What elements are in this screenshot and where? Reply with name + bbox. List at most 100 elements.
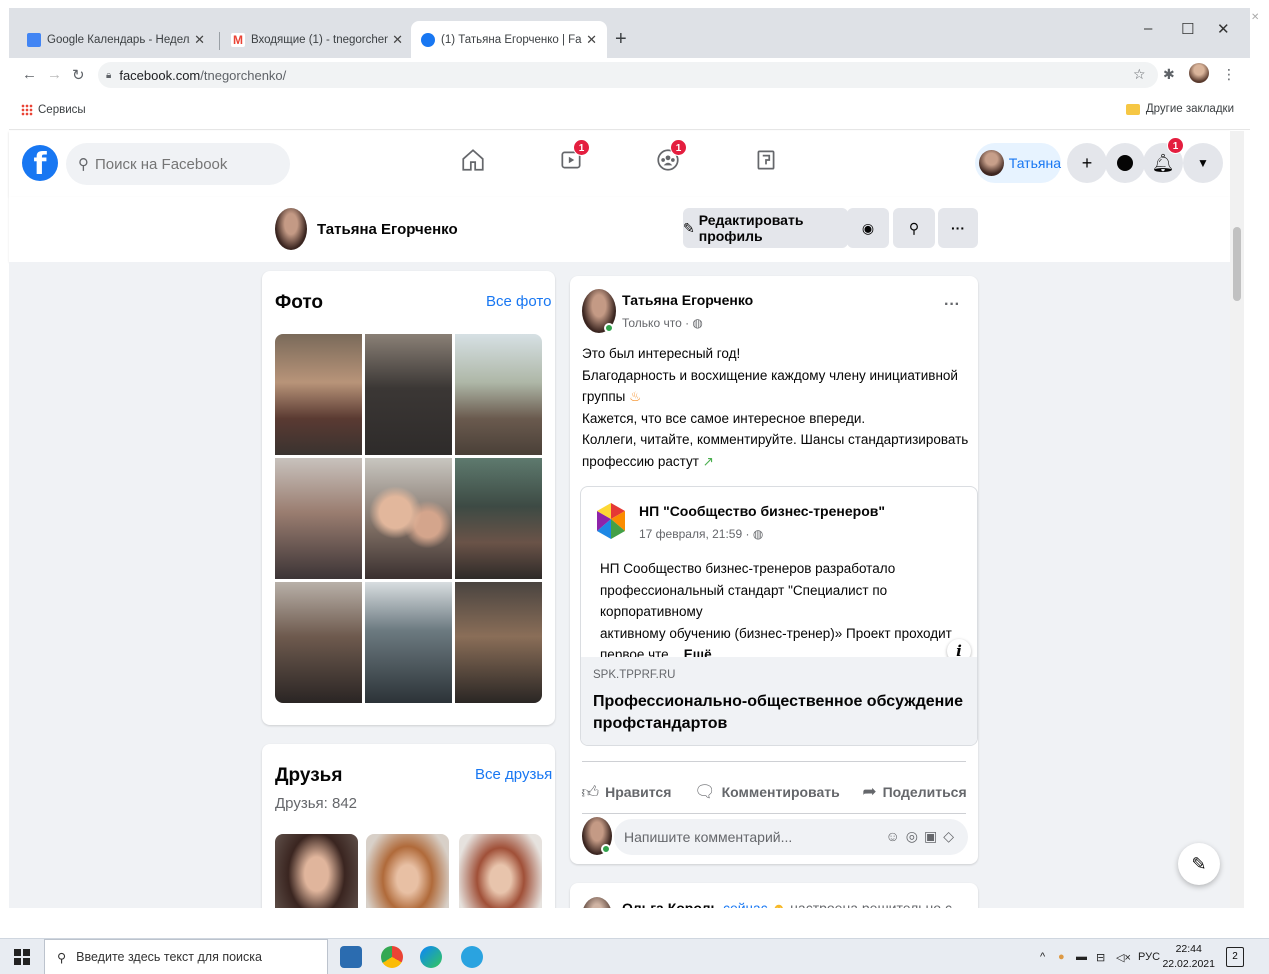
scrollbar-thumb[interactable] — [1233, 227, 1241, 301]
divider — [582, 761, 966, 762]
share-button[interactable]: ➦ Поделиться — [862, 782, 966, 802]
maximize-icon[interactable]: ☐ — [1181, 20, 1194, 38]
new-tab-button[interactable]: + — [615, 28, 627, 51]
lock-icon: 🔒︎ — [106, 69, 112, 81]
reload-icon[interactable]: ↻ — [72, 66, 85, 84]
edit-profile-button[interactable]: ✎ Редактировать профиль — [683, 208, 848, 248]
next-post-card: Ольга Король сейчас ☻ настроена решитель… — [570, 883, 978, 908]
tab-gmail[interactable]: M Входящие (1) - tnegorchenko@ ✕ — [221, 21, 413, 58]
link-preview[interactable]: SPK.TPPRF.RU Профессионально-общественно… — [581, 657, 977, 745]
search-icon: ⚲ — [78, 156, 89, 173]
profile-search-button[interactable]: ⚲ — [893, 208, 935, 248]
photo-thumbnail[interactable] — [275, 458, 362, 579]
close-icon[interactable]: ✕ — [586, 32, 597, 48]
shared-author[interactable]: НП "Сообщество бизнес-тренеров" — [639, 503, 885, 519]
facebook-icon — [421, 32, 435, 47]
window-close-icon[interactable]: ✕ — [1217, 20, 1230, 38]
taskbar-clock[interactable]: 22:44 22.02.2021 — [1162, 942, 1215, 972]
more-button[interactable]: ··· — [938, 208, 978, 248]
battery-icon[interactable]: ▬ — [1076, 951, 1087, 963]
profile-name[interactable]: Татьяна Егорченко — [317, 221, 458, 238]
next-post-author[interactable]: Ольга Король — [622, 900, 719, 908]
comment-button[interactable]: 🗨︎ Комментировать — [694, 782, 840, 802]
organization-logo — [595, 501, 627, 541]
link-title: Профессионально-общественное обсуждение … — [593, 693, 964, 732]
network-icon[interactable]: ⊟ — [1096, 951, 1105, 964]
forward-icon[interactable]: → — [47, 66, 62, 83]
input-language[interactable]: РУС — [1138, 951, 1160, 963]
tray-chevron-icon[interactable]: ^ — [1040, 951, 1045, 963]
nav-home[interactable] — [455, 147, 491, 181]
post-body: Это был интересный год! Благодарность и … — [582, 346, 969, 469]
friend-photo[interactable] — [275, 834, 358, 908]
action-center-icon[interactable]: 2 — [1226, 947, 1244, 967]
back-icon[interactable]: ← — [22, 66, 37, 83]
file-explorer-icon[interactable] — [340, 946, 362, 968]
tab-facebook[interactable]: (1) Татьяна Егорченко | Facebo ✕ — [411, 21, 607, 58]
extensions-icon[interactable]: ✱ — [1163, 66, 1175, 83]
facebook-header: f ⚲ 1 1 Татьяна + 🔔︎ 1 ▼ — [9, 131, 1230, 197]
close-icon[interactable]: ✕ — [194, 32, 205, 48]
comment-tools-icons[interactable]: ☺◎▣◇ — [885, 828, 960, 845]
all-friends-link[interactable]: Все друзья — [475, 766, 552, 783]
comment-input[interactable]: Напишите комментарий... ☺◎▣◇ — [614, 819, 968, 855]
tray-app-icon[interactable]: ● — [1058, 951, 1065, 963]
facebook-logo[interactable]: f — [22, 145, 58, 181]
post-author[interactable]: Татьяна Егорченко — [622, 292, 753, 308]
close-icon[interactable]: ✕ — [392, 32, 403, 48]
tab-google-calendar[interactable]: Google Календарь - Неделя: 22 ✕ — [17, 21, 215, 58]
shared-body: НП Сообщество бизнес-тренеров разработал… — [600, 561, 952, 662]
edge-icon[interactable] — [420, 946, 442, 968]
background-window-edge: ✕ — [1250, 8, 1269, 908]
photo-thumbnail[interactable] — [365, 458, 452, 579]
minimize-icon[interactable]: – — [1144, 20, 1152, 37]
bookmark-apps[interactable]: Сервисы — [21, 104, 86, 116]
link-domain: SPK.TPPRF.RU — [593, 669, 676, 681]
messenger-button[interactable] — [1105, 143, 1145, 183]
post-options-icon[interactable]: ··· — [944, 296, 960, 314]
tab-separator — [219, 32, 220, 50]
calendar-icon — [27, 32, 41, 47]
friend-photo[interactable] — [366, 834, 449, 908]
new-message-button[interactable]: ✎ — [1178, 843, 1220, 885]
star-icon[interactable]: ☆ — [1133, 66, 1146, 83]
photo-thumbnail[interactable] — [365, 334, 452, 455]
all-photos-link[interactable]: Все фото — [486, 293, 551, 310]
view-as-button[interactable]: ◉ — [847, 208, 889, 248]
taskbar-search[interactable]: ⚲ Введите здесь текст для поиска — [44, 939, 328, 974]
account-menu-button[interactable]: ▼ — [1183, 143, 1223, 183]
url-bar[interactable]: 🔒︎ facebook.com/tnegorchenko/ — [98, 62, 1158, 88]
photo-thumbnail[interactable] — [275, 582, 362, 703]
nav-groups[interactable]: 1 — [650, 139, 687, 181]
page-scrollbar[interactable] — [1230, 131, 1244, 908]
browser-profile-avatar[interactable] — [1189, 63, 1209, 83]
avatar[interactable] — [582, 897, 612, 908]
search-input[interactable] — [95, 155, 265, 173]
nav-watch[interactable]: 1 — [553, 139, 590, 181]
photo-thumbnail[interactable] — [455, 458, 542, 579]
telegram-icon[interactable] — [461, 946, 483, 968]
shared-post[interactable]: НП "Сообщество бизнес-тренеров" 17 февра… — [580, 486, 978, 746]
gaming-icon — [757, 150, 775, 170]
avatar[interactable] — [275, 208, 307, 250]
create-button[interactable]: + — [1067, 143, 1107, 183]
volume-icon[interactable]: ◁× — [1116, 951, 1131, 964]
profile-shortcut[interactable]: Татьяна — [975, 143, 1061, 183]
browser-tab-strip: Google Календарь - Неделя: 22 ✕ M Входящ… — [9, 8, 1250, 58]
photo-thumbnail[interactable] — [455, 582, 542, 703]
photo-thumbnail[interactable] — [365, 582, 452, 703]
like-button[interactable]: 👍︎ Нравится — [581, 782, 671, 803]
windows-start-icon[interactable] — [14, 949, 30, 965]
nav-gaming[interactable] — [748, 147, 784, 181]
browser-menu-icon[interactable]: ⋮ — [1222, 66, 1236, 83]
plus-icon: + — [1081, 152, 1093, 173]
more-icon: ··· — [951, 220, 965, 236]
photo-thumbnail[interactable] — [275, 334, 362, 455]
bookmark-other-folder[interactable]: Другие закладки — [1125, 103, 1234, 115]
photo-thumbnail[interactable] — [455, 334, 542, 455]
notifications-button[interactable]: 🔔︎ 1 — [1143, 137, 1184, 183]
post-actions: 👍︎ Нравится 🗨︎ Комментировать ➦ Поделиться — [570, 772, 978, 812]
facebook-search[interactable]: ⚲ — [66, 143, 290, 185]
chrome-icon[interactable] — [381, 946, 403, 968]
friend-photo[interactable] — [459, 834, 542, 908]
